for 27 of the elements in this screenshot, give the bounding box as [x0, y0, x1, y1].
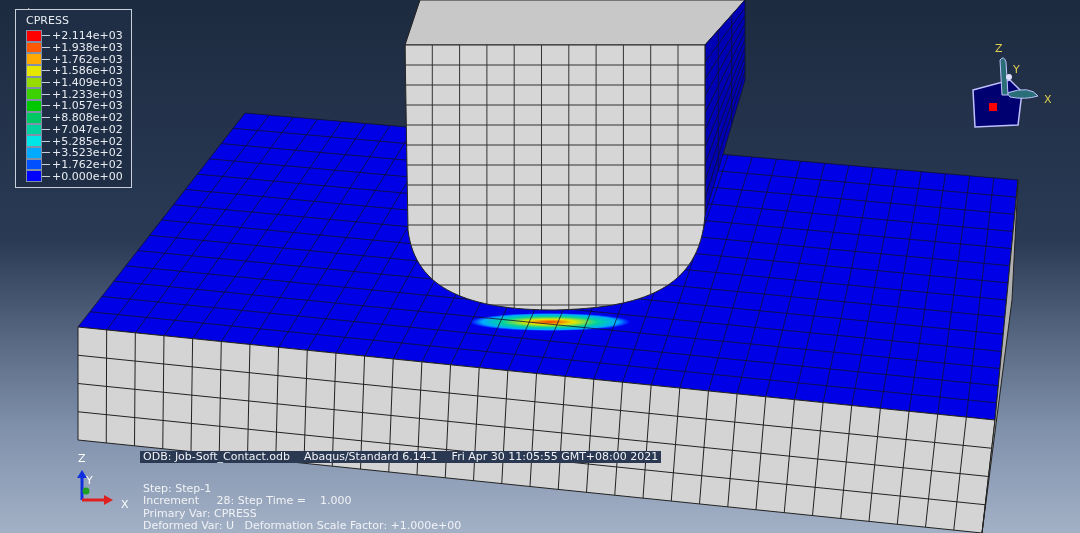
legend-value: +8.808e+02 — [52, 112, 123, 124]
view-cube-icon — [972, 57, 1039, 128]
legend-value: +2.114e+03 — [52, 30, 123, 42]
legend-value: +1.762e+03 — [52, 53, 123, 65]
legend-title: CPRESS — [26, 14, 70, 27]
legend-value: +3.523e+02 — [52, 147, 123, 159]
step-info-text: Step: Step-1 — [143, 483, 213, 496]
legend-value: +1.762e+02 — [52, 158, 123, 170]
axis-label: X — [121, 498, 129, 511]
axis-label: Y — [1013, 63, 1020, 76]
legend-value: +5.285e+02 — [52, 135, 123, 147]
legend-value: +1.233e+03 — [52, 88, 123, 100]
axis-label: X — [1044, 93, 1052, 106]
legend-value: +1.057e+03 — [52, 100, 123, 112]
axis-triad-icon — [77, 470, 113, 505]
legend-value: +0.000e+00 — [52, 170, 123, 182]
step-info-text: Primary Var: CPRESS — [143, 507, 258, 520]
axis-label: Y — [86, 474, 93, 487]
odb-info-text: ODB: Job-Soft_Contact.odb Abaqus/Standard 6.14-1 Fri Apr 30 11:05:55 GMT+08:00 2021 — [140, 451, 662, 464]
legend-value: +7.047e+02 — [52, 123, 123, 135]
axis-label: Z — [995, 42, 1003, 55]
legend-value: +1.938e+03 — [52, 42, 123, 54]
step-info-text: Increment 28: Step Time = 1.000 — [143, 495, 353, 508]
legend-value: +1.586e+03 — [52, 65, 123, 77]
legend-value: +1.409e+03 — [52, 77, 123, 89]
step-info-text: Deformed Var: U Deformation Scale Factor: +1.000e+00 — [143, 519, 463, 532]
axis-label: Z — [78, 452, 86, 465]
